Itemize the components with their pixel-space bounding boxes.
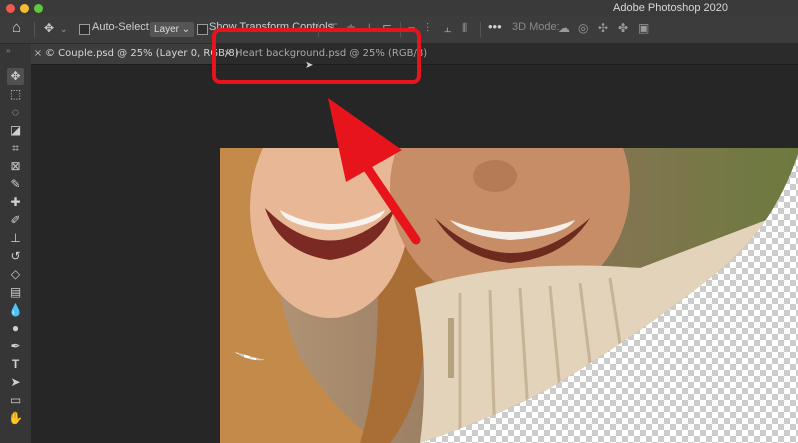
crop-icon[interactable]: ⌗	[7, 140, 24, 157]
title-bar: Adobe Photoshop 2020	[0, 0, 798, 16]
healing-brush-icon[interactable]: ✚	[7, 194, 24, 211]
3d-mode-label: 3D Mode:	[512, 21, 560, 33]
close-window-button[interactable]	[6, 4, 15, 13]
close-tab-icon[interactable]: ×	[31, 44, 45, 64]
tab-label: © Couple.psd @ 25% (Layer 0, RGB/8)	[45, 48, 239, 59]
3d-orbit-icon[interactable]: ☁	[558, 21, 570, 35]
chevron-down-icon[interactable]: ⌄	[60, 24, 68, 35]
tab-highlight-box	[212, 28, 421, 84]
move-icon[interactable]: ✥	[7, 68, 24, 85]
type-icon[interactable]: T	[7, 356, 24, 373]
marquee-icon[interactable]: ⬚	[7, 86, 24, 103]
tab-couple[interactable]: × © Couple.psd @ 25% (Layer 0, RGB/8)	[31, 44, 239, 64]
3d-scale-icon[interactable]: ▣	[638, 21, 649, 35]
auto-select-label: Auto-Select:	[92, 21, 152, 33]
auto-select-dropdown[interactable]: Layer ⌄	[150, 22, 195, 37]
auto-select-checkbox[interactable]	[79, 24, 90, 35]
history-brush-icon[interactable]: ↺	[7, 248, 24, 265]
distribute-left-icon[interactable]: ⦀	[462, 21, 467, 36]
3d-slide-icon[interactable]: ✤	[618, 21, 628, 35]
mouse-pointer-icon: ➤	[305, 60, 314, 71]
more-options-button[interactable]: •••	[488, 19, 502, 34]
show-transform-checkbox[interactable]	[197, 24, 208, 35]
app-title: Adobe Photoshop 2020	[613, 2, 728, 14]
3d-pan-icon[interactable]: ✣	[598, 21, 608, 35]
brush-icon[interactable]: ✐	[7, 212, 24, 229]
eraser-icon[interactable]: ◇	[7, 266, 24, 283]
eyedropper-icon[interactable]: ✎	[7, 176, 24, 193]
shape-icon[interactable]: ▭	[7, 392, 24, 409]
clone-stamp-icon[interactable]: ⊥	[7, 230, 24, 247]
tools-panel: » ✥ ⬚ ◌ ◪ ⌗ ⊠ ✎ ✚ ✐ ⊥ ↺ ◇ ▤ 💧 ● ✒ T ➤ ▭ …	[0, 44, 32, 443]
photo-layer	[220, 148, 798, 443]
dodge-icon[interactable]: ●	[7, 320, 24, 337]
pen-icon[interactable]: ✒	[7, 338, 24, 355]
zoom-window-button[interactable]	[34, 4, 43, 13]
hand-icon[interactable]: ✋	[7, 410, 24, 427]
home-icon[interactable]: ⌂	[12, 19, 21, 36]
divider	[34, 22, 35, 37]
distribute-bottom-icon[interactable]: ⫠	[444, 21, 451, 36]
path-select-icon[interactable]: ➤	[7, 374, 24, 391]
gradient-icon[interactable]: ▤	[7, 284, 24, 301]
frame-icon[interactable]: ⊠	[7, 158, 24, 175]
document-canvas[interactable]	[220, 148, 798, 443]
panel-collapse-icon[interactable]: »	[6, 46, 10, 55]
move-tool-preset-icon[interactable]: ✥	[44, 21, 54, 35]
3d-roll-icon[interactable]: ◎	[578, 21, 588, 35]
distribute-center-icon[interactable]: ⫶	[426, 21, 429, 36]
quick-select-icon[interactable]: ◪	[7, 122, 24, 139]
minimize-window-button[interactable]	[20, 4, 29, 13]
divider	[480, 22, 481, 37]
blur-icon[interactable]: 💧	[7, 302, 24, 319]
lasso-icon[interactable]: ◌	[7, 104, 24, 121]
